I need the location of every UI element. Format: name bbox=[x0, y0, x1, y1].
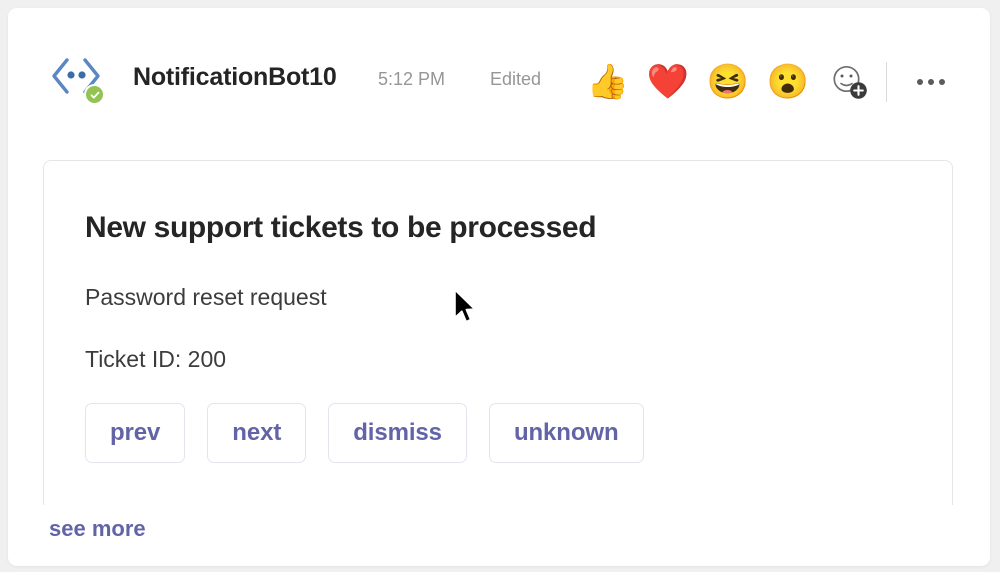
message-header: NotificationBot10 5:12 PM Edited 👍 ❤️ 😆 … bbox=[8, 8, 990, 118]
card-actions: prev next dismiss unknown bbox=[85, 403, 644, 463]
check-icon bbox=[90, 91, 99, 98]
message-timestamp: 5:12 PM bbox=[378, 69, 446, 89]
unknown-button[interactable]: unknown bbox=[488, 403, 644, 463]
add-reaction-glyph bbox=[833, 65, 867, 99]
header-divider bbox=[886, 62, 887, 102]
presence-available-badge bbox=[84, 84, 105, 105]
reaction-surprised-icon[interactable]: 😮 bbox=[766, 60, 810, 104]
reaction-thumbs-up-icon[interactable]: 👍 bbox=[586, 60, 630, 104]
adaptive-card: New support tickets to be processed Pass… bbox=[43, 160, 953, 505]
prev-button[interactable]: prev bbox=[85, 403, 186, 463]
avatar[interactable] bbox=[48, 48, 105, 105]
add-reaction-icon[interactable] bbox=[826, 59, 872, 105]
reaction-heart-icon[interactable]: ❤️ bbox=[646, 60, 690, 104]
card-subtitle: Password reset request bbox=[85, 284, 327, 310]
next-button[interactable]: next bbox=[207, 403, 307, 463]
more-options-icon[interactable] bbox=[909, 60, 953, 104]
reaction-bar: 👍 ❤️ 😆 😮 bbox=[586, 58, 953, 106]
message-container: NotificationBot10 5:12 PM Edited 👍 ❤️ 😆 … bbox=[8, 8, 990, 566]
edited-indicator: Edited bbox=[490, 69, 542, 89]
author-name[interactable]: NotificationBot10 bbox=[133, 63, 337, 92]
reaction-laugh-icon[interactable]: 😆 bbox=[706, 60, 750, 104]
card-title: New support tickets to be processed bbox=[85, 211, 597, 244]
more-dot bbox=[939, 79, 945, 85]
see-more-link[interactable]: see more bbox=[49, 516, 146, 542]
dismiss-button[interactable]: dismiss bbox=[328, 403, 467, 463]
card-ticket-id: Ticket ID: 200 bbox=[85, 346, 227, 372]
more-dot bbox=[928, 79, 934, 85]
more-dot bbox=[917, 79, 923, 85]
